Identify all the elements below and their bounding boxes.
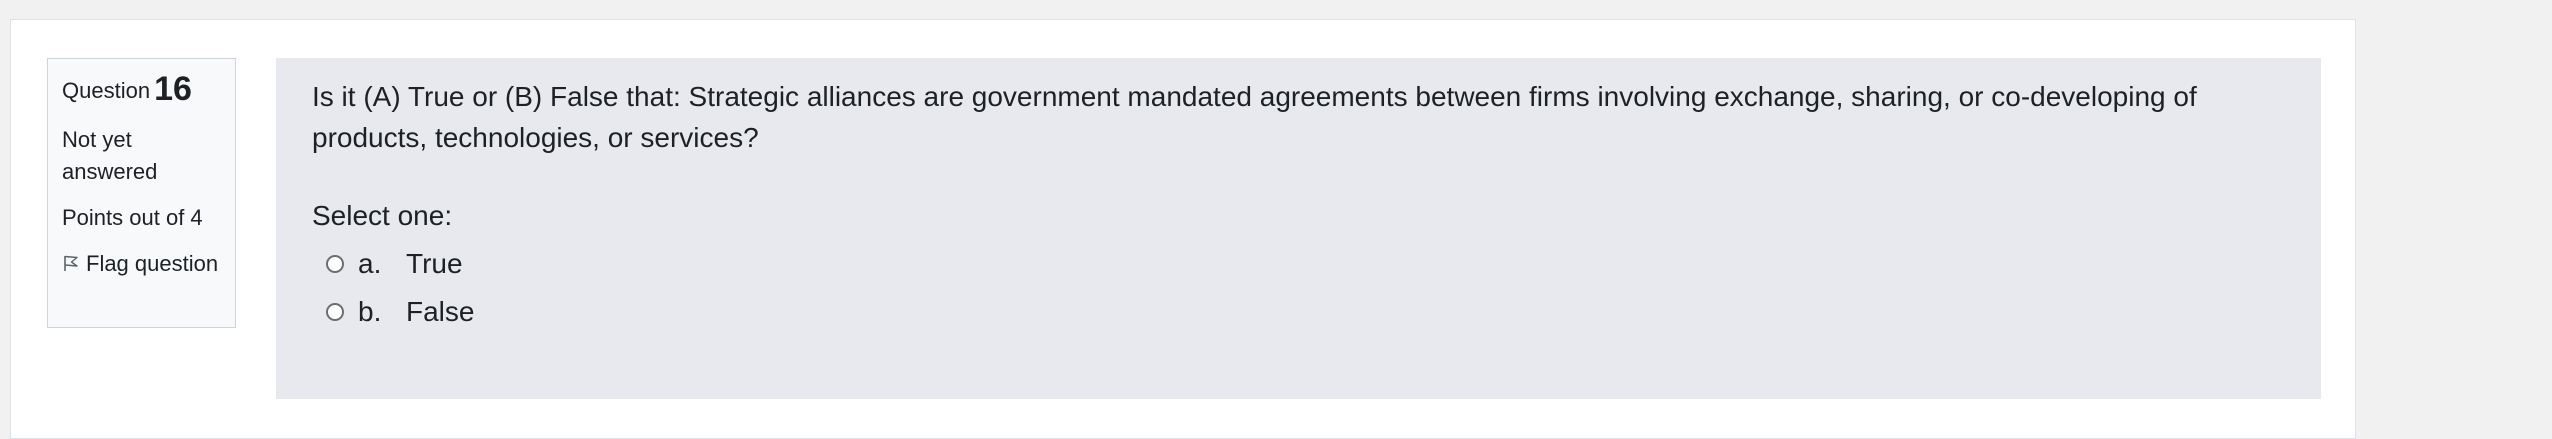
option-letter: b. (358, 296, 382, 327)
flag-icon (62, 249, 80, 271)
question-heading: Question 16 (62, 69, 221, 110)
option-text: False (406, 296, 475, 327)
answer-options: a. True b. False (312, 240, 2285, 336)
select-prompt: Select one: (312, 200, 453, 231)
radio-false[interactable] (326, 303, 344, 321)
question-grade: Points out of 4 (62, 204, 203, 230)
question-state: Not yet answered (62, 126, 158, 184)
option-true[interactable]: a. True (312, 240, 2285, 288)
flag-label: Flag question (86, 250, 219, 276)
radio-true[interactable] (326, 255, 344, 273)
question-content: Is it (A) True or (B) False that: Strate… (276, 58, 2321, 399)
question-text: Is it (A) True or (B) False that: Strate… (312, 81, 2197, 153)
flag-question-link[interactable]: Flag question (62, 248, 221, 280)
option-false[interactable]: b. False (312, 288, 2285, 336)
option-letter: a. (358, 248, 382, 279)
option-text: True (406, 248, 463, 279)
question-info: Question 16 Not yet answered Points out o… (47, 58, 236, 328)
question-label: Question (62, 78, 151, 103)
question-number: 16 (154, 70, 192, 108)
